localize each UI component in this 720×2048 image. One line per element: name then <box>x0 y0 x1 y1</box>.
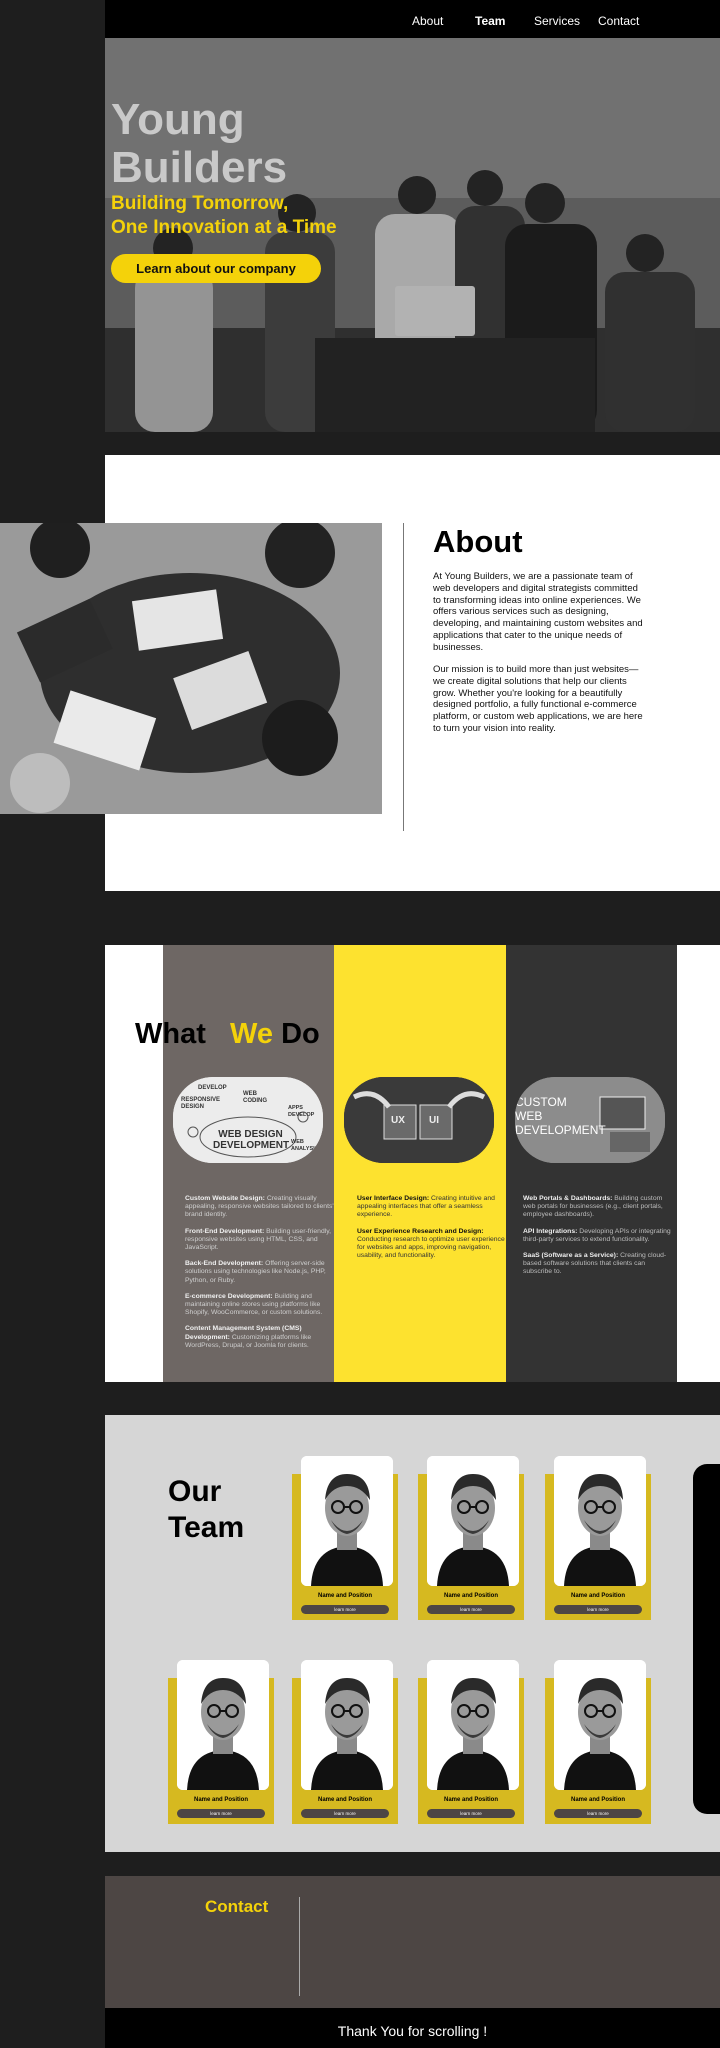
service-item: User Experience Research and Design: Con… <box>357 1228 507 1261</box>
badge-tag-apps: APPS DEVELOP <box>288 1105 315 1118</box>
hero-title: Young Builders <box>111 96 411 192</box>
service-item: E-commerce Development: Building and mai… <box>185 1293 335 1318</box>
badge-tag-analysis: WEB ANALYSIS <box>291 1139 319 1152</box>
badge-custom-web-text: CUSTOM WEB DEVELOPMENT <box>515 1095 606 1137</box>
service-item-title: Web Portals & Dashboards: <box>523 1195 613 1202</box>
team-side-panel[interactable] <box>693 1464 720 1814</box>
nav-team[interactable]: Team <box>475 14 505 28</box>
nav-contact[interactable]: Contact <box>598 14 639 28</box>
badge-tag-coding: WEB CODING <box>243 1091 267 1104</box>
what-we-do-title: What We Do <box>135 1018 320 1051</box>
badge-ux-label: UX <box>391 1115 405 1126</box>
hero-title-line2: Builders <box>111 143 288 192</box>
badge-custom-line2: WEB <box>515 1109 543 1123</box>
hero-tagline: Building Tomorrow, One Innovation at a T… <box>111 192 471 240</box>
service-column-ux <box>334 945 506 1382</box>
badge-tag-develop: DEVELOP <box>198 1085 227 1091</box>
contact-divider <box>299 1897 300 1996</box>
team-member-photo <box>301 1660 393 1790</box>
learn-more-button[interactable]: learn more <box>554 1809 642 1818</box>
team-member-name: Name and Position <box>193 1797 248 1803</box>
hero-tagline-line2: One Innovation at a Time <box>111 217 337 238</box>
team-card: Name and Position learn more <box>545 1660 651 1824</box>
service-item-text: Conducting research to optimize user exp… <box>357 1235 505 1260</box>
service-item: API Integrations: Developing APIs or int… <box>523 1228 673 1244</box>
service-item-title: Back-End Development: <box>185 1260 264 1268</box>
nav-services[interactable]: Services <box>534 14 580 28</box>
team-member-photo <box>554 1660 646 1790</box>
team-card: Name and Position learn more <box>168 1660 274 1824</box>
team-card: Name and Position learn more <box>292 1456 398 1620</box>
service-item: Web Portals & Dashboards: Building custo… <box>523 1195 673 1220</box>
hero-title-line1: Young <box>111 95 245 144</box>
footer-text: Thank You for scrolling ! <box>337 2023 488 2039</box>
about-title: About <box>433 524 523 559</box>
learn-more-button[interactable]: learn more <box>554 1605 642 1614</box>
wwd-title-do: Do <box>281 1018 320 1050</box>
service-item-title: Custom Website Design: <box>185 1195 265 1202</box>
team-title-line1: Our <box>168 1475 222 1508</box>
badge-web-design-main: WEB DESIGN DEVELOPMENT <box>213 1129 290 1151</box>
team-card: Name and Position learn more <box>418 1456 524 1620</box>
learn-more-button[interactable]: learn more <box>301 1605 389 1614</box>
wwd-title-what: What <box>135 1018 206 1050</box>
learn-more-button[interactable]: learn more <box>301 1809 389 1818</box>
team-member-name: Name and Position <box>443 1593 498 1599</box>
team-member-name: Name and Position <box>317 1593 372 1599</box>
service-item: Front-End Development: Building user-fri… <box>185 1228 335 1253</box>
team-card: Name and Position learn more <box>545 1456 651 1620</box>
badge-custom-line3: DEVELOPMENT <box>515 1123 606 1137</box>
service-item: Back-End Development: Offering server-si… <box>185 1260 335 1285</box>
team-member-name: Name and Position <box>443 1797 498 1803</box>
top-nav: About Team Services Contact <box>105 0 720 38</box>
service-item-title: API Integrations: <box>523 1227 578 1235</box>
custom-web-badge: CUSTOM WEB DEVELOPMENT <box>515 1077 665 1163</box>
ux-ui-badge: UX UI <box>344 1077 494 1163</box>
ux-ui-puzzle-icon <box>344 1077 494 1163</box>
hero-tagline-line1: Building Tomorrow, <box>111 193 289 214</box>
team-title: Our Team <box>168 1474 298 1546</box>
service-item-title: Front-End Development: <box>185 1227 265 1235</box>
team-card: Name and Position learn more <box>418 1660 524 1824</box>
contact-title: Contact <box>205 1897 269 1916</box>
service-list-custom: Web Portals & Dashboards: Building custo… <box>523 1195 673 1285</box>
badge-ui-label: UI <box>429 1115 439 1126</box>
badge-custom-line1: CUSTOM <box>515 1095 567 1109</box>
nav-about[interactable]: About <box>412 14 443 28</box>
service-item: Content Management System (CMS) Developm… <box>185 1325 335 1350</box>
team-title-line2: Team <box>168 1511 245 1544</box>
service-item: SaaS (Software as a Service): Creating c… <box>523 1252 673 1277</box>
service-item-title: User Interface Design: <box>357 1195 430 1202</box>
learn-more-button[interactable]: learn more <box>427 1605 515 1614</box>
web-design-badge: DEVELOP RESPONSIVE DESIGN WEB CODING APP… <box>173 1077 323 1163</box>
service-item-title: User Experience Research and Design: <box>357 1227 484 1235</box>
service-item-title: E-commerce Development: <box>185 1292 273 1300</box>
about-paragraph-2: Our mission is to build more than just w… <box>433 664 643 734</box>
about-paragraph-1: At Young Builders, we are a passionate t… <box>433 571 643 653</box>
about-team-laptops-photo <box>0 523 382 814</box>
team-member-photo <box>427 1660 519 1790</box>
learn-more-button[interactable]: learn more <box>427 1809 515 1818</box>
team-member-photo <box>177 1660 269 1790</box>
service-list-ux: User Interface Design: Creating intuitiv… <box>357 1195 507 1268</box>
team-member-photo <box>301 1456 393 1586</box>
team-card: Name and Position learn more <box>292 1660 398 1824</box>
team-member-photo <box>427 1456 519 1586</box>
service-item-title: SaaS (Software as a Service): <box>523 1252 619 1260</box>
team-member-name: Name and Position <box>570 1797 625 1803</box>
service-item: User Interface Design: Creating intuitiv… <box>357 1195 507 1220</box>
about-divider <box>403 523 404 831</box>
service-column-custom <box>506 945 677 1382</box>
team-member-name: Name and Position <box>317 1797 372 1803</box>
learn-about-company-button[interactable]: Learn about our company <box>111 254 321 283</box>
badge-tag-responsive: RESPONSIVE DESIGN <box>181 1097 221 1110</box>
service-item: Custom Website Design: Creating visually… <box>185 1195 335 1220</box>
service-list-dev: Custom Website Design: Creating visually… <box>185 1195 335 1358</box>
wwd-title-we: We <box>230 1018 274 1050</box>
team-member-photo <box>554 1456 646 1586</box>
learn-more-button[interactable]: learn more <box>177 1809 265 1818</box>
contact-section <box>105 1876 720 2008</box>
team-member-name: Name and Position <box>570 1593 625 1599</box>
